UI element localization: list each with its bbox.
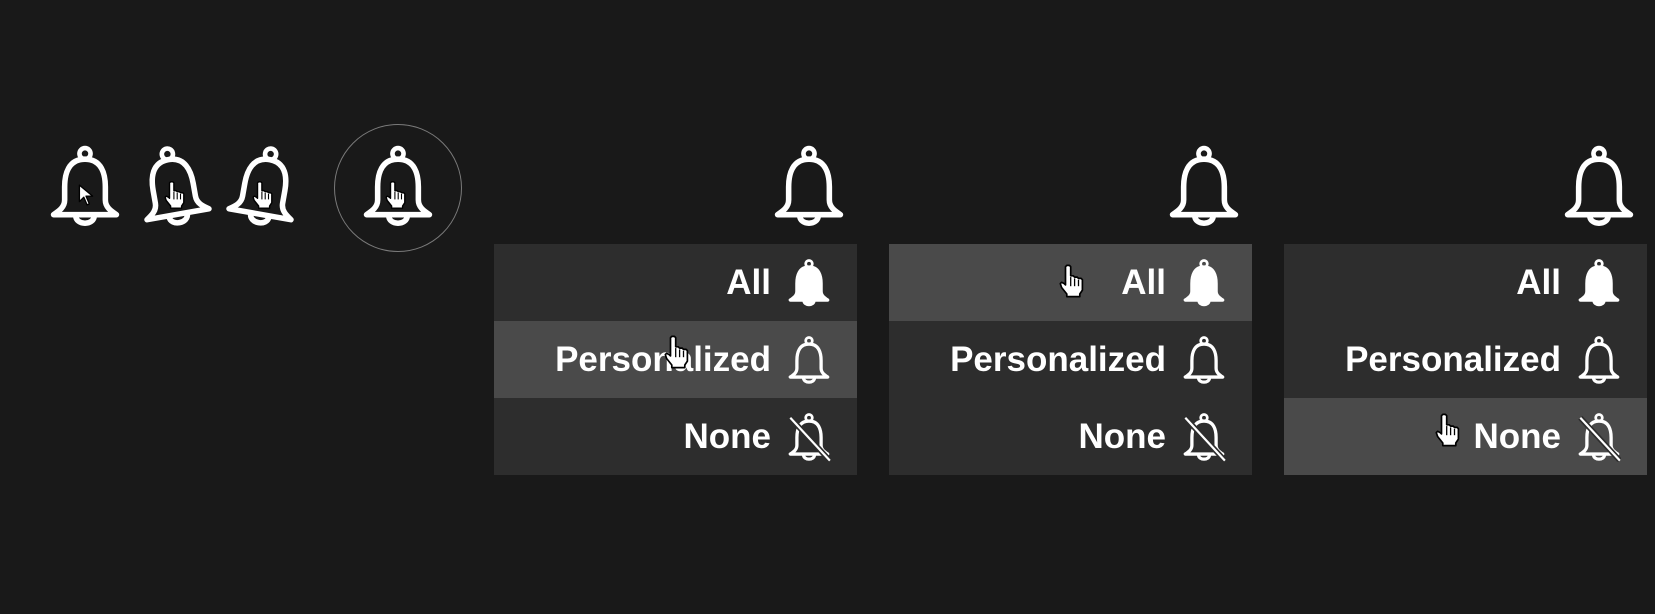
hand-cursor-icon	[664, 335, 690, 369]
menu-item-label: All	[1121, 262, 1166, 302]
bell-off-icon	[787, 412, 831, 462]
bell-filled-icon	[1182, 258, 1226, 308]
menu-item-personalized[interactable]: Personalized	[889, 321, 1252, 398]
hand-cursor-icon	[164, 180, 186, 210]
bell-button-menu-2[interactable]	[1167, 142, 1241, 230]
notification-menu-3: All Personalized None	[1284, 244, 1647, 475]
menu-item-label: All	[726, 262, 771, 302]
menu-item-label: Personalized	[1345, 339, 1561, 379]
menu-item-personalized[interactable]: Personalized	[494, 321, 857, 398]
bell-button-menu-1[interactable]	[772, 142, 846, 230]
bell-outline-icon	[787, 335, 831, 385]
bell-button-menu-3[interactable]	[1562, 142, 1636, 230]
hand-cursor-icon	[252, 180, 274, 210]
hand-cursor-icon	[385, 180, 407, 210]
bell-filled-icon	[1577, 258, 1621, 308]
bell-button-hovered[interactable]	[361, 142, 435, 230]
menu-item-label: None	[1473, 416, 1562, 456]
bell-outline-icon	[1182, 335, 1226, 385]
menu-item-all[interactable]: All	[889, 244, 1252, 321]
bell-button-shake-right[interactable]	[228, 142, 302, 230]
notification-menu-1: All Personalized None	[494, 244, 857, 475]
menu-item-label: None	[1078, 416, 1167, 456]
bell-button-default[interactable]	[48, 142, 122, 230]
menu-item-none[interactable]: None	[494, 398, 857, 475]
menu-item-label: Personalized	[950, 339, 1166, 379]
menu-item-none[interactable]: None	[889, 398, 1252, 475]
notification-menu-2: All Personalized None	[889, 244, 1252, 475]
hand-cursor-icon	[1435, 413, 1461, 447]
bell-outline-icon	[1167, 142, 1241, 230]
menu-item-label: All	[1516, 262, 1561, 302]
bell-outline-icon	[772, 142, 846, 230]
bell-filled-icon	[787, 258, 831, 308]
menu-item-all[interactable]: All	[1284, 244, 1647, 321]
menu-item-none[interactable]: None	[1284, 398, 1647, 475]
bell-button-shake-left[interactable]	[136, 142, 210, 230]
arrow-cursor-icon	[78, 184, 94, 206]
menu-item-personalized[interactable]: Personalized	[1284, 321, 1647, 398]
bell-outline-icon	[1577, 335, 1621, 385]
bell-off-icon	[1577, 412, 1621, 462]
bell-off-icon	[1182, 412, 1226, 462]
menu-item-all[interactable]: All	[494, 244, 857, 321]
hand-cursor-icon	[1059, 264, 1085, 298]
bell-outline-icon	[1562, 142, 1636, 230]
menu-item-label: None	[683, 416, 772, 456]
